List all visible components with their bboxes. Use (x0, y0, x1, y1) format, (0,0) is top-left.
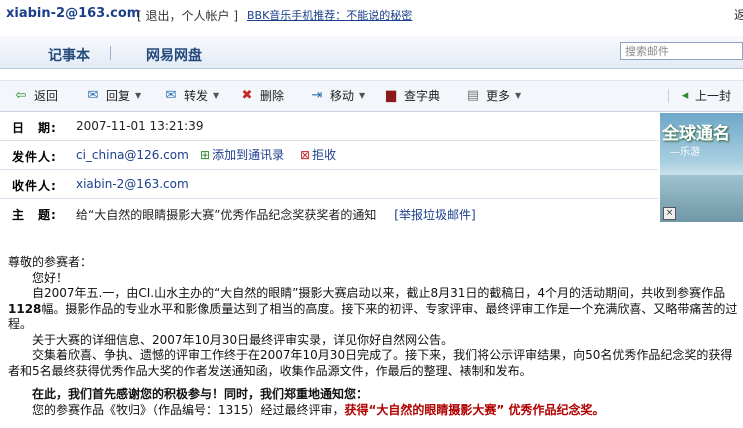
from-label: 发件人: (12, 150, 57, 164)
award-text: 获得“大自然的眼睛摄影大赛” 优秀作品纪念奖。 (344, 402, 605, 417)
reject-button[interactable]: ⊠ 拒收 (300, 146, 336, 163)
forward-label: 转发 (184, 89, 209, 103)
account-email: xiabin-2@163.com (6, 6, 141, 21)
chevron-left-icon: ◂ (681, 87, 689, 103)
logout-link[interactable]: 退出 (146, 9, 170, 23)
reply-label: 回复 (106, 89, 131, 103)
truncated-text[interactable]: 返 (734, 6, 743, 23)
dictionary-button[interactable]: ▆ 查字典 (382, 87, 440, 104)
delete-label: 删除 (260, 89, 285, 103)
mail-body: 尊敬的参赛者： 您好！ 自2007年五.一，由CI.山水主办的“大自然的眼睛”摄… (8, 255, 743, 418)
subject-label: 主 题: (12, 208, 57, 222)
ad-subtitle: —乐游 (670, 147, 700, 158)
date-row: 日 期: 2007-11-01 13:21:39 (0, 112, 658, 141)
back-button[interactable]: ⇦ 返回 (12, 87, 58, 104)
to-label: 收件人: (12, 179, 57, 193)
previous-label: 上一封 (695, 89, 732, 103)
move-button[interactable]: ⇥ 移动 ▼ (308, 87, 366, 104)
search-mail-input[interactable]: 搜索邮件 (620, 42, 743, 60)
p4-text-a: 您的参赛作品《牧归》（作品编号：1315）经过最终评审， (32, 402, 345, 417)
subject-value: 给“大自然的眼睛摄影大赛”优秀作品纪念奖获奖者的通知 [举报垃圾邮件] (76, 206, 476, 223)
subject-row: 主 题: 给“大自然的眼睛摄影大赛”优秀作品纪念奖获奖者的通知 [举报垃圾邮件] (0, 199, 658, 227)
thanks-line: 在此，我们首先感谢您的积极参与！同时，我们郑重地通知您： (32, 387, 369, 401)
links-suffix: ] (229, 9, 239, 23)
date-label: 日 期: (12, 121, 57, 135)
mail-headers: 日 期: 2007-11-01 13:21:39 发件人: ci_china@1… (0, 112, 658, 225)
account-links: [ 退出，个人帐户 ] (137, 7, 238, 24)
subject-text: 给“大自然的眼睛摄影大赛”优秀作品纪念奖获奖者的通知 (76, 208, 377, 222)
back-label: 返回 (34, 89, 59, 103)
to-row: 收件人: xiabin-2@163.com (0, 170, 658, 199)
more-doc-icon: ▤ (466, 87, 480, 103)
close-icon[interactable]: × (663, 207, 676, 220)
ad-title: 全球通名 (662, 124, 730, 144)
add-contact-icon: ⊞ (200, 147, 211, 162)
ad-banner[interactable]: 全球通名 —乐游 × (660, 113, 743, 222)
promo-link[interactable]: BBK音乐手机推荐：不能说的秘密 (247, 7, 412, 23)
hello-line: 您好！ (32, 270, 69, 285)
p1-text-a: 自2007年五.一，由CI.山水主办的“大自然的眼睛”摄影大赛启动以来，截止8月… (32, 286, 726, 300)
paragraph-4: 您的参赛作品《牧归》（作品编号：1315）经过最终评审，获得“大自然的眼睛摄影大… (8, 403, 743, 419)
delete-button[interactable]: ✖ 删除 (238, 87, 284, 104)
forward-icon: ✉ (165, 87, 177, 103)
mail-toolbar: ⇦ 返回 ✉ 回复 ▼ ✉ 转发 ▼ ✖ 删除 ⇥ 移动 ▼ ▆ 查字典 ▤ 更多 ▼ … (0, 80, 743, 112)
dictionary-icon: ▆ (386, 87, 396, 103)
move-label: 移动 (330, 89, 355, 103)
links-prefix: [ (137, 9, 146, 23)
top-account-bar: xiabin-2@163.com [ 退出，个人帐户 ] BBK音乐手机推荐：不… (0, 0, 743, 30)
paragraph-3: 交集着欣喜、争执、遗憾的评审工作终于在2007年10月30日完成了。接下来，我们… (8, 348, 733, 378)
reject-icon: ⊠ (300, 147, 311, 162)
greeting: 尊敬的参赛者： (8, 255, 93, 269)
links-separator: ， (169, 9, 182, 23)
p1-text-c: 幅。摄影作品的专业水平和影像质量达到了相当的高度。接下来的初评、专家评审、最终评… (8, 301, 738, 332)
p1-count: 1128 (8, 301, 42, 316)
add-contact-button[interactable]: ⊞ 添加到通讯录 (200, 146, 284, 163)
chevron-down-icon[interactable]: ▼ (359, 91, 365, 100)
date-value: 2007-11-01 13:21:39 (76, 119, 204, 133)
dictionary-label: 查字典 (404, 89, 441, 103)
chevron-down-icon[interactable]: ▼ (213, 91, 219, 100)
add-contact-label: 添加到通讯录 (212, 148, 285, 162)
delete-icon: ✖ (241, 87, 253, 103)
toolbar-divider (668, 89, 669, 103)
reply-icon: ✉ (87, 87, 99, 103)
forward-button[interactable]: ✉ 转发 ▼ (162, 87, 220, 104)
sender-address[interactable]: ci_china@126.com (76, 148, 189, 162)
nav-divider (110, 46, 111, 60)
back-arrow-icon: ⇦ (15, 87, 27, 103)
from-row: 发件人: ci_china@126.com ⊞ 添加到通讯录 ⊠ 拒收 (0, 141, 658, 170)
reply-button[interactable]: ✉ 回复 ▼ (84, 87, 142, 104)
chevron-down-icon[interactable]: ▼ (135, 91, 141, 100)
previous-mail-button[interactable]: ◂ 上一封 (679, 87, 731, 104)
nav-bar: 记事本 网易网盘 搜索邮件 (0, 36, 743, 69)
tab-notebook[interactable]: 记事本 (48, 45, 90, 65)
more-label: 更多 (486, 89, 511, 103)
recipient-address[interactable]: xiabin-2@163.com (76, 177, 189, 191)
tab-netdisk[interactable]: 网易网盘 (146, 45, 202, 65)
paragraph-2: 关于大赛的详细信息、2007年10月30日最终评审实录，详见你好自然网公告。 (32, 332, 454, 347)
report-spam-link[interactable]: [举报垃圾邮件] (394, 208, 475, 222)
reject-label: 拒收 (312, 148, 337, 162)
personal-account-link[interactable]: 个人帐户 (182, 9, 230, 23)
chevron-down-icon[interactable]: ▼ (515, 91, 521, 100)
paragraph-1: 自2007年五.一，由CI.山水主办的“大自然的眼睛”摄影大赛启动以来，截止8月… (8, 286, 743, 333)
more-button[interactable]: ▤ 更多 ▼ (464, 87, 521, 104)
move-folder-icon: ⇥ (311, 87, 323, 103)
